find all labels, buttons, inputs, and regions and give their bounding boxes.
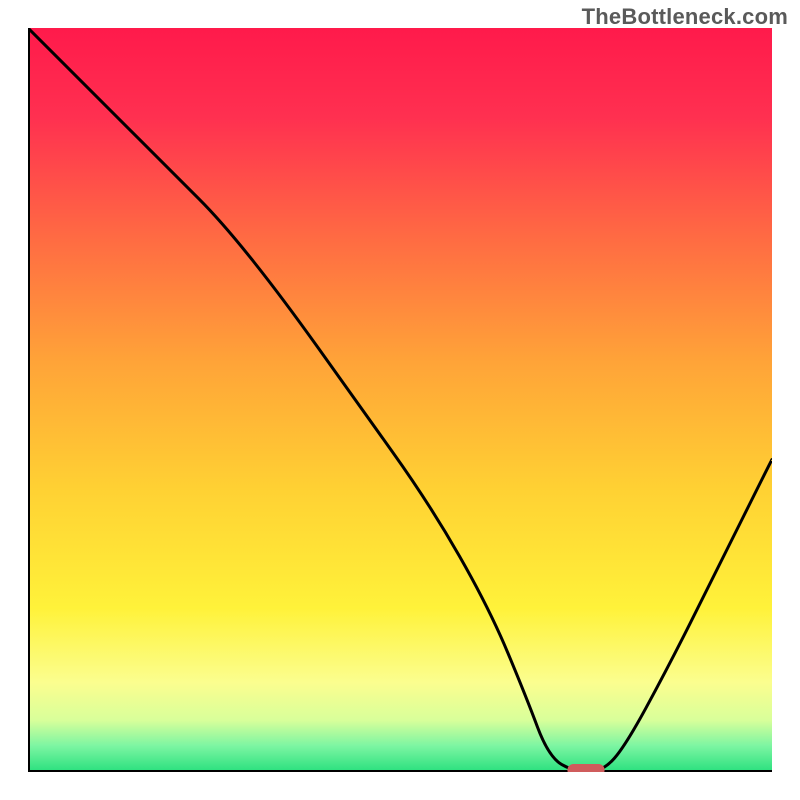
optimal-marker (567, 764, 604, 772)
watermark-text: TheBottleneck.com (582, 4, 788, 30)
chart-overlay (28, 28, 772, 772)
bottleneck-curve-line (28, 28, 772, 772)
bottleneck-chart (28, 28, 772, 772)
